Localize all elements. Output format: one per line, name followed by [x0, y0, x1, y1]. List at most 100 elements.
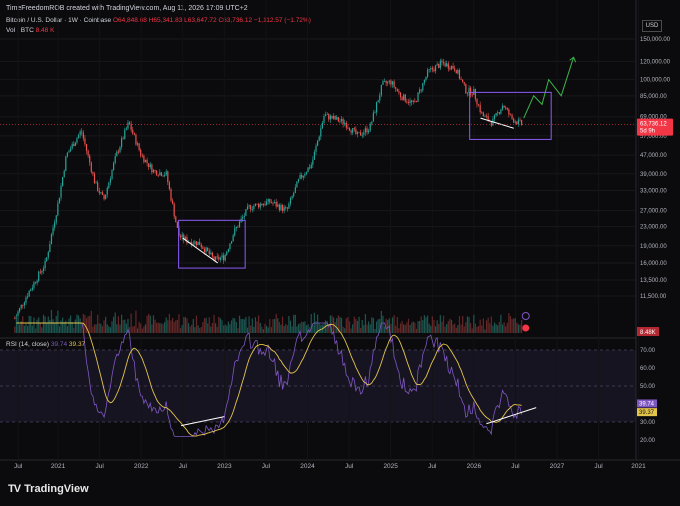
- tradingview-logo-icon: TV: [8, 483, 21, 495]
- candle-body: [243, 215, 245, 218]
- volume-bar: [258, 315, 260, 333]
- time-tick-label: 2027: [550, 463, 565, 470]
- candle-body: [146, 159, 148, 164]
- volume-bar: [487, 317, 489, 333]
- candle-body: [46, 257, 48, 261]
- candle-body: [138, 143, 140, 150]
- volume-bar: [452, 324, 454, 333]
- volume-bar: [497, 325, 499, 333]
- volume-bar: [280, 324, 282, 333]
- candle-body: [38, 271, 40, 281]
- volume-bar: [140, 323, 142, 333]
- volume-bar: [93, 324, 96, 333]
- volume-bar: [345, 318, 347, 333]
- volume-bar: [41, 327, 43, 333]
- candle-body: [264, 204, 266, 205]
- candle-body: [68, 150, 70, 153]
- volume-bar: [517, 324, 520, 333]
- candle-body: [390, 80, 392, 85]
- candle-body: [113, 163, 115, 171]
- volume-bar: [38, 317, 40, 333]
- candle-body: [340, 119, 343, 122]
- candle-body: [141, 155, 143, 157]
- price-tick-label: 33,000.00: [640, 189, 667, 195]
- candle-body: [17, 311, 19, 316]
- candle-body: [171, 200, 174, 204]
- volume-bar: [431, 316, 433, 333]
- volume-bar: [62, 317, 64, 333]
- candle-body: [498, 112, 500, 114]
- volume-bar: [55, 315, 57, 333]
- candle-body: [479, 104, 481, 113]
- volume-bar: [202, 322, 204, 333]
- candle-body: [337, 117, 339, 122]
- candle-body: [245, 209, 247, 216]
- tradingview-brand[interactable]: TV TradingView: [8, 483, 89, 495]
- volume-bar: [238, 315, 241, 333]
- last-price-text: 63,736.12: [640, 122, 667, 128]
- candle-body: [103, 194, 105, 200]
- time-tick-label: Jul: [95, 463, 104, 470]
- candle-body: [33, 282, 35, 288]
- candle-body: [116, 151, 118, 157]
- candle-body: [454, 68, 456, 71]
- volume-bar: [466, 316, 469, 333]
- candle-body: [34, 282, 37, 284]
- volume-bar: [509, 316, 512, 333]
- candle-body: [332, 116, 335, 119]
- volume-bar: [422, 320, 424, 333]
- volume-bar: [141, 328, 143, 333]
- time-tick-label: Jul: [262, 463, 271, 470]
- volume-bar: [113, 316, 115, 333]
- candle-body: [210, 252, 212, 255]
- volume-bar: [366, 324, 368, 333]
- volume-bar: [433, 320, 435, 333]
- candle-body: [364, 128, 367, 133]
- volume-bar: [423, 315, 425, 333]
- volume-bar: [132, 326, 134, 333]
- volume-bar: [395, 325, 397, 333]
- candle-body: [455, 70, 457, 74]
- candle-body: [501, 105, 504, 110]
- candle-body: [444, 63, 446, 67]
- volume-bar: [159, 323, 161, 333]
- volume-bar: [498, 321, 500, 333]
- volume-bar: [229, 324, 231, 333]
- candle-body: [93, 173, 96, 184]
- price-tick-label: 16,000.00: [640, 261, 667, 267]
- volume-bar: [503, 322, 505, 333]
- price-chart[interactable]: 150,000.00 120,000.00 100,000.00 85,000.00 6…: [0, 0, 680, 506]
- earnings-icon: [522, 324, 530, 332]
- volume-bar: [390, 323, 392, 333]
- candle-body: [125, 128, 127, 130]
- volume-bar: [178, 314, 180, 333]
- volume-bar: [195, 315, 198, 333]
- candle-body: [318, 136, 320, 141]
- volume-bar: [232, 317, 234, 333]
- candle-body: [100, 192, 102, 194]
- candle-body: [317, 140, 319, 146]
- rsi-ma-value: 39.37: [68, 341, 86, 348]
- candle-body: [157, 175, 159, 177]
- volume-bar: [71, 322, 73, 333]
- volume-bar: [289, 320, 292, 333]
- volume-bar: [297, 324, 300, 333]
- candle-body: [156, 170, 158, 176]
- volume-bar: [353, 316, 355, 333]
- candle-body: [41, 270, 43, 273]
- volume-bar: [42, 314, 45, 333]
- volume-bar: [167, 320, 169, 333]
- volume-bar: [210, 326, 212, 333]
- volume-bar: [57, 310, 59, 333]
- candle-body: [160, 172, 163, 176]
- candle-body: [42, 268, 45, 271]
- candle-body: [77, 135, 80, 139]
- candle-body: [401, 97, 403, 101]
- candle-body: [320, 128, 322, 137]
- volume-bar: [242, 318, 244, 333]
- rsi-legend[interactable]: RSI (14, close) 39.74 39.37: [6, 341, 85, 348]
- candle-body: [331, 115, 333, 119]
- volume-bar: [473, 314, 475, 333]
- candle-body: [63, 170, 65, 177]
- candle-body: [95, 182, 97, 184]
